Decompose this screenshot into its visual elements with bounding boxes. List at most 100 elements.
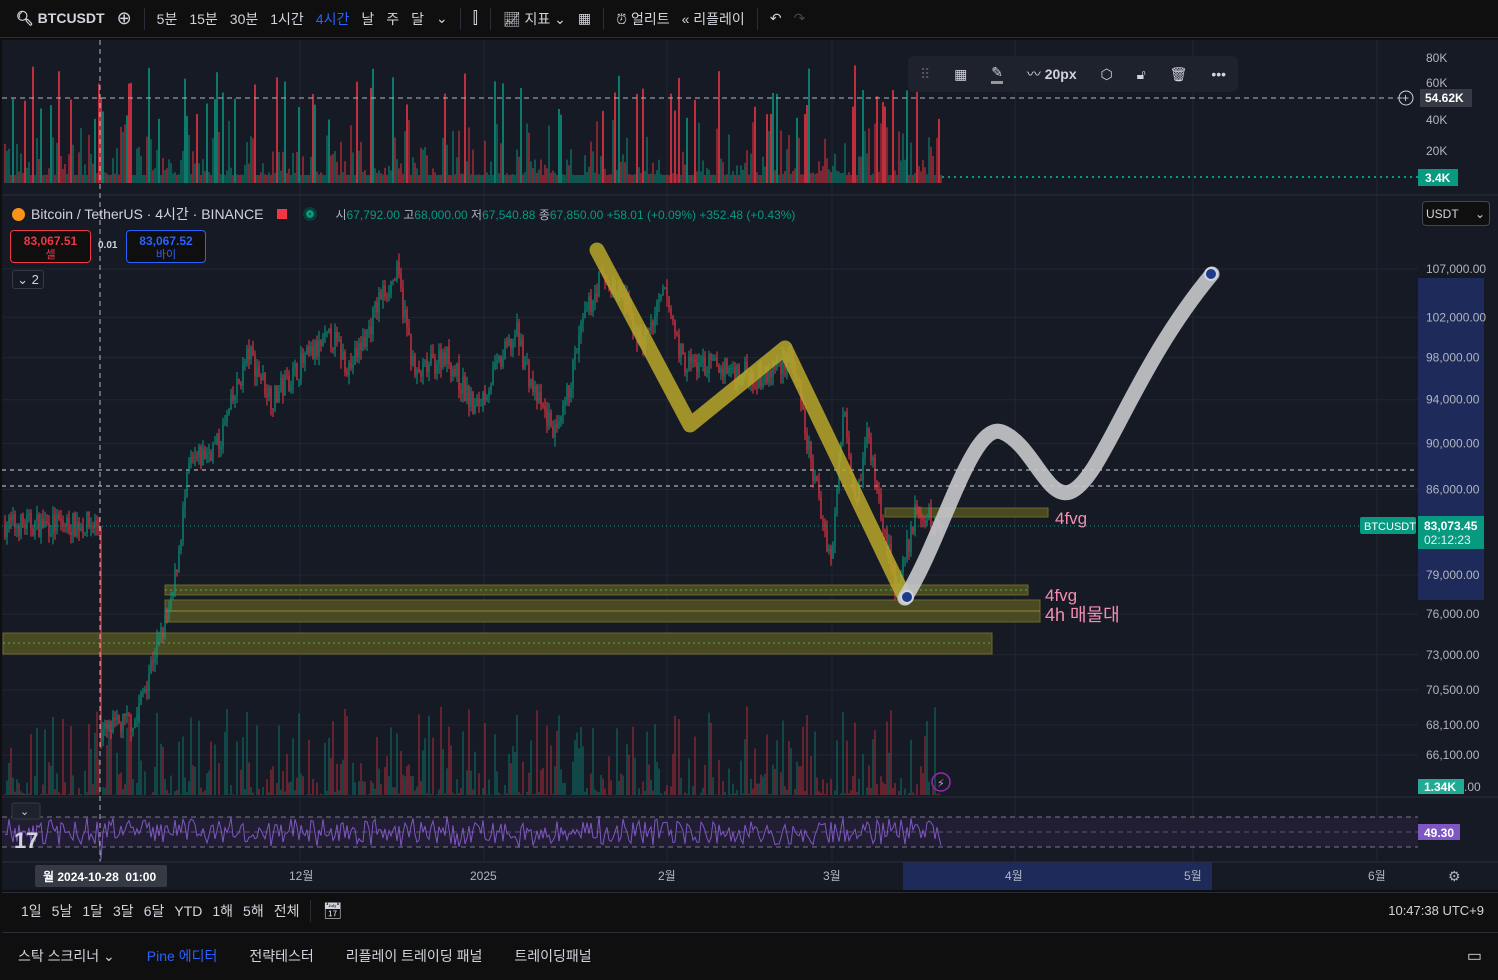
interval-week[interactable]: 주 bbox=[380, 9, 405, 29]
compare-add-icon[interactable]: ⊕ bbox=[111, 8, 138, 29]
price-tick: 107,000.00 bbox=[1426, 262, 1486, 276]
range-ytd[interactable]: YTD bbox=[169, 903, 207, 919]
candle-type-icon[interactable]: ⫿ bbox=[467, 10, 484, 28]
range-6m[interactable]: 6달 bbox=[139, 901, 170, 921]
range-1y[interactable]: 1해 bbox=[207, 901, 238, 921]
symbol-search-button[interactable]: 🔍︎ BTCUSDT bbox=[10, 10, 111, 27]
volume-top-bar bbox=[642, 88, 644, 183]
volume-bar bbox=[300, 773, 302, 795]
more-icon[interactable]: ••• bbox=[1211, 66, 1226, 82]
candle-body bbox=[524, 361, 526, 368]
tab-stock-screener[interactable]: 스탁 스크리너 ⌄ bbox=[18, 946, 115, 966]
volume-top-bar bbox=[816, 173, 818, 183]
interval-5m[interactable]: 5분 bbox=[151, 9, 184, 29]
undo-icon[interactable]: ↶ bbox=[764, 10, 788, 27]
pencil-color-icon[interactable]: ✎ bbox=[991, 64, 1003, 84]
drag-handle-icon[interactable]: ⠿ bbox=[920, 66, 930, 83]
candle-body bbox=[926, 519, 928, 524]
candle-body bbox=[276, 385, 278, 402]
alert-button[interactable]: ⏰︎ 얼리트 bbox=[610, 9, 675, 29]
annotation-4fvg-upper[interactable]: 4fvg bbox=[1055, 509, 1087, 528]
tab-trading-panel[interactable]: 트레이딩패널 bbox=[514, 946, 591, 966]
range-5y[interactable]: 5해 bbox=[238, 901, 269, 921]
candle-body bbox=[720, 367, 722, 373]
volume-top-bar bbox=[390, 170, 392, 183]
chart-area[interactable]: 4fvg 4fvg 4h 매물대 107,000.00 102,000.00 98,… bbox=[2, 40, 1498, 890]
candle-body bbox=[688, 357, 690, 370]
annotation-4fvg-lower[interactable]: 4fvg bbox=[1045, 586, 1077, 605]
volume-top-bar bbox=[84, 164, 86, 183]
volume-top-bar bbox=[882, 101, 884, 183]
highlighter-drawing-yellow[interactable] bbox=[589, 242, 913, 606]
candle-body bbox=[690, 357, 692, 362]
highlighter-drawing-gray[interactable] bbox=[897, 266, 1220, 606]
chart-canvas[interactable]: 4fvg 4fvg 4h 매물대 107,000.00 102,000.00 98,… bbox=[2, 40, 1498, 890]
volume-bar bbox=[52, 716, 54, 795]
interval-1h[interactable]: 1시간 bbox=[264, 9, 310, 29]
range-all[interactable]: 전체 bbox=[269, 901, 305, 921]
candle-body bbox=[122, 714, 124, 732]
volume-top-bar bbox=[838, 171, 840, 183]
layouts-grid-icon[interactable]: ▦ bbox=[572, 10, 597, 27]
interval-month[interactable]: 달 bbox=[405, 9, 430, 29]
candle-body bbox=[454, 368, 456, 376]
volume-axis[interactable]: 80K 60K 40K 20K + 54.62K 3.4K bbox=[1398, 51, 1472, 186]
candle-body bbox=[722, 367, 724, 377]
fvg-zone-upper[interactable] bbox=[884, 507, 1049, 518]
tab-replay-trading-panel[interactable]: 리플레이 트레이딩 패널 bbox=[346, 946, 483, 966]
legend-title[interactable]: Bitcoin / TetherUS · 4시간 · BINANCE bbox=[31, 204, 263, 224]
volume-top-bar bbox=[448, 174, 450, 183]
price-tick: 94,000.00 bbox=[1426, 393, 1480, 407]
volume-top-bar bbox=[902, 133, 904, 183]
tradingview-logo[interactable]: 17 bbox=[14, 828, 38, 853]
currency-select[interactable]: USDT ⌄ bbox=[1422, 201, 1490, 226]
add-template-icon[interactable]: ▦ bbox=[954, 66, 967, 83]
drawing-handle[interactable] bbox=[1204, 267, 1218, 281]
settings-gear-icon[interactable]: ⚙︎ bbox=[1448, 868, 1461, 884]
volume-bar bbox=[96, 711, 98, 795]
replay-button[interactable]: « 리플레이 bbox=[676, 9, 751, 29]
interval-4h[interactable]: 4시간 bbox=[310, 9, 356, 29]
maximize-panel-icon[interactable]: ▭ bbox=[1467, 946, 1482, 966]
volume-top-bar bbox=[590, 141, 592, 183]
candle-body bbox=[76, 521, 78, 537]
clock[interactable]: 10:47:38 UTC+9 bbox=[1388, 903, 1484, 918]
candle-body bbox=[458, 363, 460, 391]
range-1m[interactable]: 1달 bbox=[77, 901, 108, 921]
range-3m[interactable]: 3달 bbox=[108, 901, 139, 921]
settings-hexagon-icon[interactable]: ⬡ bbox=[1101, 66, 1113, 83]
volume-bar bbox=[316, 782, 318, 795]
range-5d[interactable]: 5날 bbox=[47, 901, 78, 921]
indicators-collapse-button[interactable]: ⌄ 2 bbox=[12, 270, 44, 289]
market-status-icon[interactable] bbox=[303, 207, 318, 221]
volume-bar bbox=[478, 773, 480, 795]
volume-top-bar bbox=[262, 163, 264, 183]
volume-top-bar bbox=[196, 114, 198, 183]
candle-body bbox=[54, 514, 56, 531]
time-axis[interactable]: 월 2024-10-28 01:00 12월 2025 2월 3월 4월 5월 … bbox=[2, 861, 1498, 887]
volume-bar bbox=[342, 759, 344, 795]
candle-body bbox=[72, 512, 74, 536]
interval-dropdown-chevron-icon[interactable]: ⌄ bbox=[430, 10, 454, 27]
annotation-4h-supply[interactable]: 4h 매물대 bbox=[1045, 605, 1120, 625]
indicators-button[interactable]: 📈︎ 지표 ⌄ bbox=[497, 9, 572, 29]
redo-icon[interactable]: ↷ bbox=[788, 10, 812, 27]
volume-top-bar bbox=[928, 137, 930, 183]
tab-strategy-tester[interactable]: 전략테스터 bbox=[249, 946, 313, 966]
volume-top-bar bbox=[840, 173, 842, 183]
volume-bar bbox=[398, 793, 400, 795]
unlock-icon[interactable]: 🔓︎ bbox=[1137, 66, 1146, 83]
flag-icon[interactable] bbox=[277, 209, 288, 219]
buy-button[interactable]: 83,067.52 바이 bbox=[126, 230, 206, 263]
goto-date-calendar-icon[interactable]: 📅︎ bbox=[317, 901, 347, 921]
trash-icon[interactable]: 🗑︎ bbox=[1170, 66, 1188, 83]
interval-30m[interactable]: 30분 bbox=[224, 9, 264, 29]
drawing-handle[interactable] bbox=[900, 590, 914, 604]
range-1d[interactable]: 1일 bbox=[16, 901, 47, 921]
tab-pine-editor[interactable]: Pine 에디터 bbox=[147, 946, 218, 966]
interval-day[interactable]: 날 bbox=[355, 9, 380, 29]
interval-15m[interactable]: 15분 bbox=[183, 9, 223, 29]
line-width-button[interactable]: 〰 20px bbox=[1027, 64, 1077, 84]
volume-top-bar bbox=[864, 131, 866, 183]
sell-button[interactable]: 83,067.51 셀 bbox=[10, 230, 91, 263]
